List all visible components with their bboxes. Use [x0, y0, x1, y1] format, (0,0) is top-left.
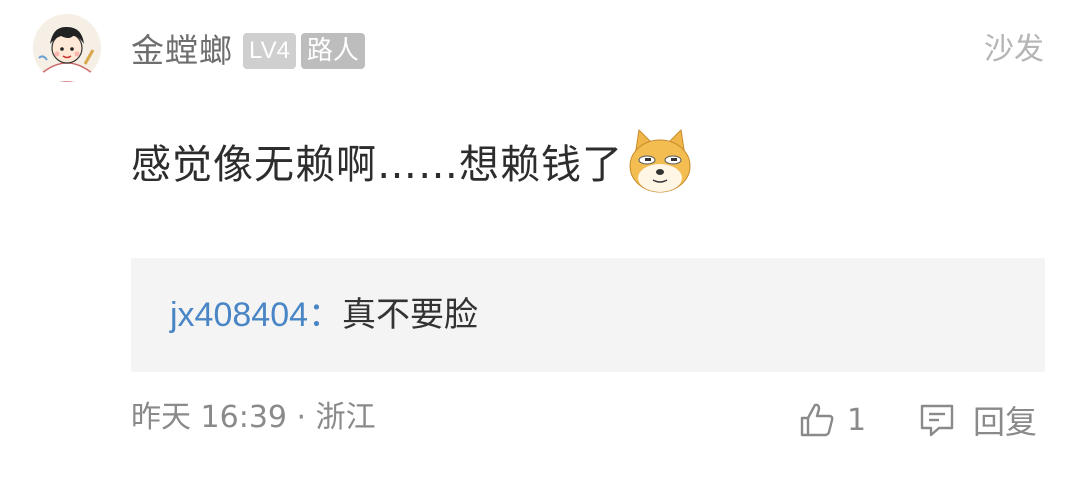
- reply-item: jx408404：真不要脸: [170, 290, 478, 340]
- comment-text-row: 感觉像无赖啊……想赖钱了: [131, 126, 695, 196]
- username[interactable]: 金螳螂: [131, 28, 233, 74]
- level-badge: LV4: [243, 33, 296, 69]
- reply-colon: ：: [308, 295, 343, 335]
- comment-header: 金螳螂 LV4 路人: [131, 28, 370, 74]
- like-count: 1: [847, 402, 867, 438]
- avatar[interactable]: [33, 14, 101, 82]
- like-button[interactable]: 1: [797, 398, 866, 442]
- reply-box[interactable]: jx408404：真不要脸: [131, 258, 1045, 372]
- avatar-image: [33, 14, 101, 82]
- comment-text: 感觉像无赖啊……想赖钱了: [131, 142, 623, 188]
- doge-icon: [625, 126, 695, 196]
- role-badge: 路人: [300, 33, 365, 69]
- reply-text: 真不要脸: [342, 295, 479, 335]
- comment-card: 金螳螂 LV4 路人 沙发 感觉像无赖啊……想赖钱了 jx408404：真不要脸…: [0, 0, 1080, 504]
- thumbs-up-icon: [800, 403, 834, 437]
- comment-meta: 昨天 16:39 · 浙江: [131, 400, 376, 435]
- reply-label: 回复: [973, 403, 1038, 441]
- comment-icon: [920, 404, 954, 437]
- sofa-label: 沙发: [984, 32, 1044, 67]
- reply-username[interactable]: jx408404: [170, 296, 308, 334]
- reply-button[interactable]: 回复: [917, 398, 1037, 442]
